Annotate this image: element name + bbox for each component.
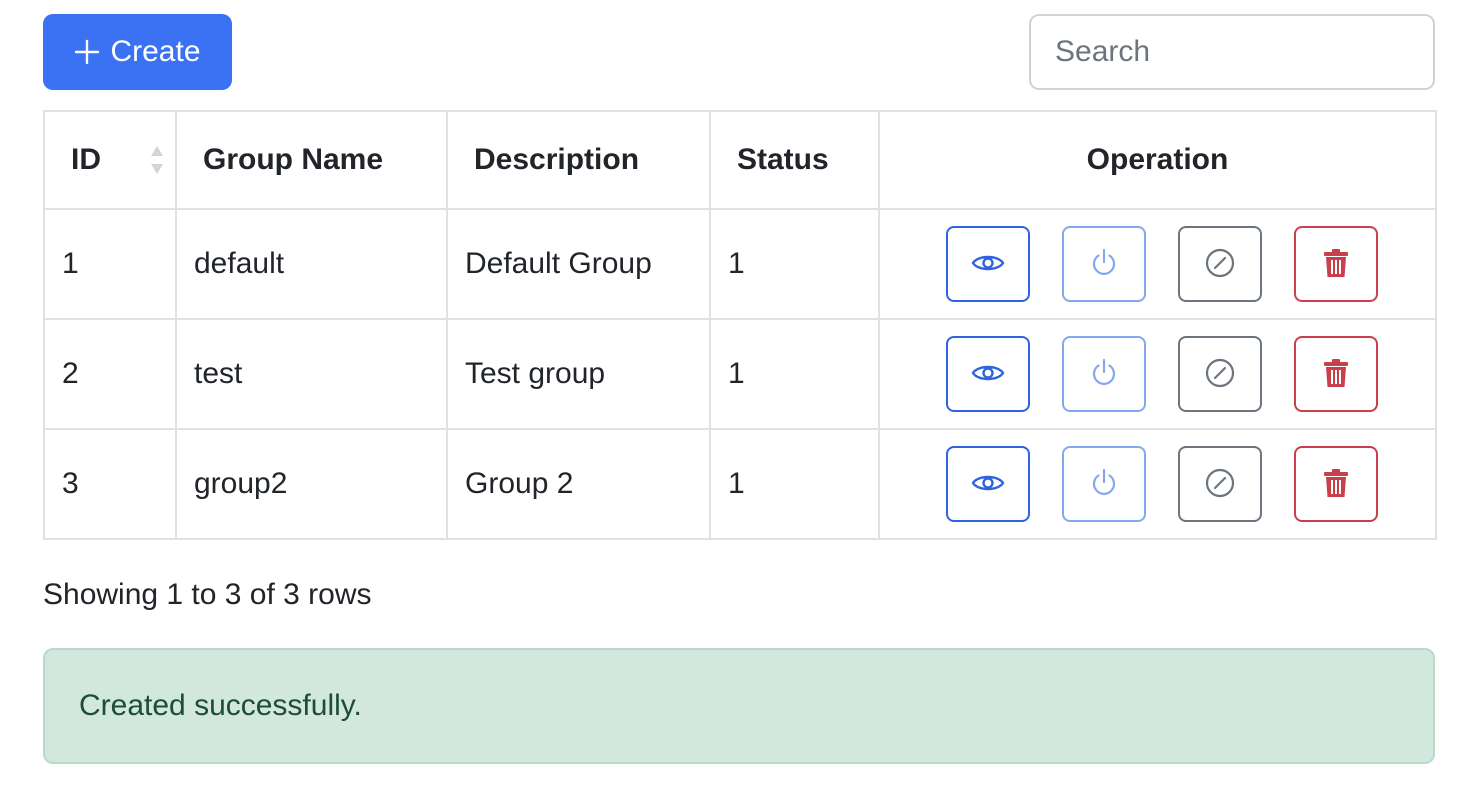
groups-table: ID Group Name Description Status Operati… [43,110,1437,540]
column-header-status: Status [709,110,880,210]
trash-icon [1323,358,1349,391]
page: Create ID Gr [0,0,1484,804]
column-header-group-name: Group Name [175,110,448,210]
power-icon [1090,468,1118,501]
create-button[interactable]: Create [43,14,232,90]
table-row: 2 test Test group 1 [43,318,1437,430]
table-header-row: ID Group Name Description Status Operati… [43,110,1437,210]
view-button[interactable] [945,226,1030,302]
column-header-id-label: ID [71,143,101,176]
cell-status: 1 [709,428,880,540]
cell-status: 1 [709,208,880,320]
cell-status: 1 [709,318,880,430]
view-button[interactable] [945,446,1030,522]
eye-icon [971,361,1005,388]
operation-buttons [880,226,1435,302]
disable-icon [1204,247,1236,282]
disable-button[interactable] [1177,226,1262,302]
alert-message: Created successfully. [79,689,362,722]
cell-id: 2 [43,318,177,430]
trash-icon [1323,248,1349,281]
cell-group-name: test [175,318,448,430]
disable-icon [1204,357,1236,392]
cell-description: Default Group [446,208,711,320]
enable-button[interactable] [1061,336,1146,412]
eye-icon [971,471,1005,498]
trash-icon [1323,468,1349,501]
cell-description: Group 2 [446,428,711,540]
disable-button[interactable] [1177,446,1262,522]
cell-group-name: group2 [175,428,448,540]
cell-id: 3 [43,428,177,540]
cell-operation [878,428,1437,540]
delete-button[interactable] [1293,446,1378,522]
delete-button[interactable] [1293,226,1378,302]
create-button-label: Create [110,35,201,68]
cell-operation [878,318,1437,430]
operation-buttons [880,336,1435,412]
cell-group-name: default [175,208,448,320]
pagination-summary: Showing 1 to 3 of 3 rows [43,578,372,611]
success-alert: Created successfully. [43,648,1435,764]
column-header-id[interactable]: ID [43,110,177,210]
plus-icon [74,39,100,65]
table-row: 3 group2 Group 2 1 [43,428,1437,540]
delete-button[interactable] [1293,336,1378,412]
cell-description: Test group [446,318,711,430]
disable-button[interactable] [1177,336,1262,412]
power-icon [1090,248,1118,281]
sort-icon[interactable] [149,144,165,176]
disable-icon [1204,467,1236,502]
table-row: 1 default Default Group 1 [43,208,1437,320]
column-header-operation: Operation [878,110,1437,210]
table-body: 1 default Default Group 1 2 test Test gr… [43,208,1437,540]
toolbar: Create [43,14,1435,90]
enable-button[interactable] [1061,446,1146,522]
cell-operation [878,208,1437,320]
view-button[interactable] [945,336,1030,412]
column-header-description: Description [446,110,711,210]
cell-id: 1 [43,208,177,320]
power-icon [1090,358,1118,391]
search-input[interactable] [1029,14,1435,90]
eye-icon [971,251,1005,278]
operation-buttons [880,446,1435,522]
enable-button[interactable] [1061,226,1146,302]
